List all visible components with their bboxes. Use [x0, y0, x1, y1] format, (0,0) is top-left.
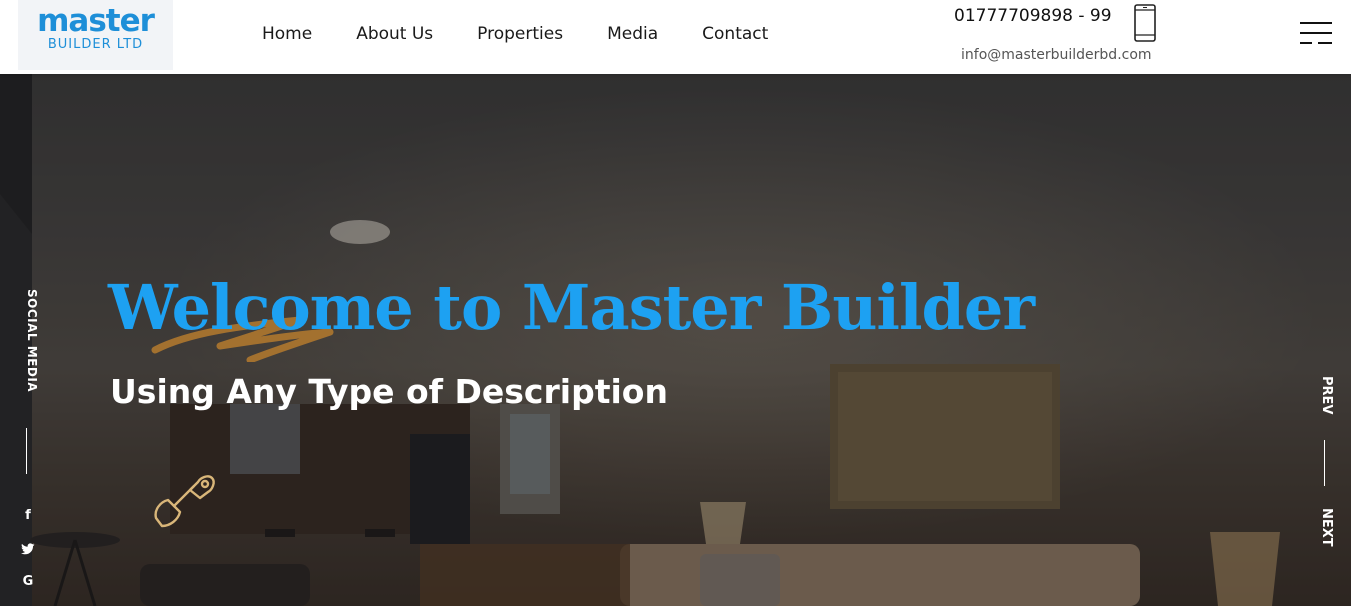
facebook-icon[interactable]: f	[19, 506, 37, 526]
hamburger-menu-icon[interactable]	[1298, 19, 1334, 49]
nav-item-media[interactable]: Media	[607, 22, 658, 46]
site-header: master BUILDER LTD Home About Us Propert…	[0, 0, 1351, 74]
hero-title: Welcome to Master Builder	[108, 271, 1035, 344]
nav-item-about-us[interactable]: About Us	[356, 22, 433, 46]
main-nav: Home About Us Properties Media Contact	[262, 22, 812, 46]
logo-sub-text: BUILDER LTD	[47, 37, 144, 52]
hero-subtitle: Using Any Type of Description	[110, 372, 668, 411]
social-media-label: SOCIAL MEDIA	[25, 289, 39, 393]
email-address[interactable]: info@masterbuilderbd.com	[961, 46, 1152, 64]
social-divider	[26, 428, 27, 474]
next-button[interactable]: NEXT	[1312, 508, 1334, 558]
nav-item-contact[interactable]: Contact	[702, 22, 768, 46]
google-icon[interactable]: G	[19, 572, 37, 592]
phone-number[interactable]: 01777709898 - 99	[954, 5, 1112, 27]
nav-item-home[interactable]: Home	[262, 22, 312, 46]
brand-logo[interactable]: master BUILDER LTD	[18, 0, 173, 70]
logo-main-text: master	[37, 3, 155, 39]
twitter-icon[interactable]	[19, 539, 37, 559]
hero-slider: Welcome to Master Builder Using Any Type…	[0, 74, 1351, 606]
mobile-phone-icon	[1134, 4, 1156, 42]
shovel-icon	[154, 475, 215, 528]
slider-divider	[1324, 440, 1325, 486]
nav-item-properties[interactable]: Properties	[477, 22, 563, 46]
prev-button[interactable]: PREV	[1312, 376, 1334, 426]
